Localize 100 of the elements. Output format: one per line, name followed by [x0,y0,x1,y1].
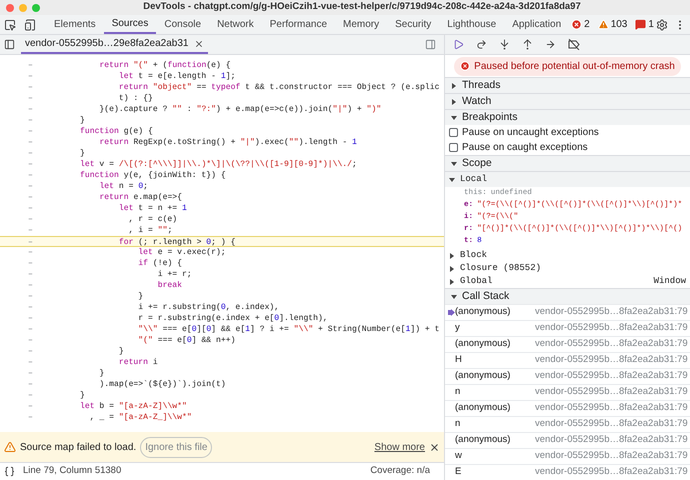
code-line: } [80,115,85,126]
issue-count[interactable]: 2 [584,17,590,32]
line-gutter: – [27,357,34,368]
code-line: } [118,346,124,357]
settings-icon[interactable] [656,18,668,30]
call-stack-frame[interactable]: n vendor-0552995b…8fa2ea2ab31:79 [445,416,690,432]
panel-tab[interactable]: Security [387,15,440,34]
panel-tab[interactable]: Lighthouse [439,15,504,34]
code-line: return "object" == typeof t && t.constructor === Object ? (e.splic [118,82,440,93]
line-gutter: – [27,181,34,192]
call-stack-frame[interactable]: E vendor-0552995b…8fa2ea2ab31:79 [445,464,690,480]
close-icon[interactable] [429,442,440,452]
expanded-triangle-icon[interactable] [451,114,457,120]
panel-tab[interactable]: Network [209,15,262,34]
panel-tab[interactable]: Console [156,15,210,34]
line-gutter: – [27,269,34,280]
scope-row[interactable]: Global Window [445,275,690,288]
panel-tab[interactable]: Performance [262,15,336,34]
call-stack-frame[interactable]: (anonymous) vendor-0552995b…8fa2ea2ab31:79 [445,400,690,416]
code-line: let t = n += 1 [118,203,187,214]
line-gutter: – [27,159,34,170]
line-gutter: – [27,126,34,137]
collapsed-triangle-icon[interactable] [449,278,455,284]
code-line: i += r; [156,269,192,280]
line-gutter: – [27,280,34,291]
section-header[interactable]: Threads [445,77,690,93]
code-line: return i [118,357,158,368]
error-icon [460,61,470,71]
deactivate-breakpoints-icon[interactable] [568,39,580,50]
code-line: } [80,390,85,401]
line-gutter: – [27,60,34,71]
step-into-icon[interactable] [499,39,510,50]
collapsed-triangle-icon[interactable] [449,252,455,258]
scope-row[interactable]: Closure (98552) [445,262,690,275]
call-stack-frame[interactable]: n vendor-0552995b…8fa2ea2ab31:79 [445,384,690,400]
warning-icon [4,441,16,453]
close-icon[interactable] [194,38,204,48]
collapsed-triangle-icon[interactable] [451,98,457,104]
code-line: }(e).capture ? "" : "?:") + e.map(e=>c(e)).join("|") + ")" [98,104,382,115]
call-stack-frame[interactable]: (anonymous) vendor-0552995b…8fa2ea2ab31:79 [445,336,690,352]
device-toolbar-icon[interactable] [24,18,36,30]
code-line: for (; r.length > 0; ) { [118,237,236,246]
checkbox-label: Pause on uncaught exceptions [462,126,599,140]
code-line: return RegExp(e.toString() + "|").exec("").length - 1 [98,137,357,148]
checkbox[interactable] [449,143,458,152]
code-line: "(" === e[0] && n++) [137,335,236,346]
checkbox[interactable] [449,128,458,137]
show-more-link[interactable]: Show more [374,440,425,454]
paused-banner: Paused before potential out-of-memory crash [454,56,681,76]
inspect-icon[interactable] [4,18,16,30]
window-title: DevTools - chatgpt.com/g/g-HOeiCzih1-vue-test-helper/c/9719d94c-208c-442e-a24a-3d201fa8da97 [142,0,582,14]
error-icon [571,19,582,30]
issue-count[interactable]: 103 [610,17,628,32]
step-icon[interactable] [545,39,556,50]
checkbox-label: Pause on caught exceptions [462,141,588,155]
issue-count[interactable]: 1 [648,17,654,32]
code-line: if (!e) { [137,258,182,269]
code-line: , r = c(e) [128,214,178,225]
code-line: break [156,280,182,291]
code-line: } [137,291,144,302]
resume-icon[interactable] [453,39,464,50]
debugger-toggle-icon[interactable] [425,39,436,50]
section-header[interactable]: Call Stack [445,288,690,304]
code-line: "\\" === e[0][0] && e[1] ? i += "\\" + String(Number(e[1]) + t [137,324,440,335]
close-window-icon[interactable] [6,4,14,12]
line-gutter: – [27,104,34,115]
cursor-position: Line 79, Column 51380 [23,464,122,478]
code-line: } [80,148,85,159]
line-gutter: – [27,214,34,225]
expanded-triangle-icon[interactable] [451,294,457,300]
expanded-triangle-icon[interactable] [449,176,455,182]
step-out-icon[interactable] [522,39,533,50]
code-line: return e.map(e=>{ [98,192,182,203]
code-line: } [98,368,104,379]
warning-icon [598,19,609,30]
call-stack-frame[interactable]: H vendor-0552995b…8fa2ea2ab31:79 [445,352,690,368]
collapsed-triangle-icon[interactable] [451,82,457,88]
call-stack-frame[interactable]: y vendor-0552995b…8fa2ea2ab31:79 [445,320,690,336]
call-stack-frame[interactable]: (anonymous) vendor-0552995b…8fa2ea2ab31:79 [445,432,690,448]
line-gutter: – [27,192,34,203]
section-header[interactable]: Watch [445,93,690,109]
collapsed-triangle-icon[interactable] [449,266,455,272]
sidebar-toggle-icon[interactable] [4,39,15,50]
step-over-icon[interactable] [476,39,487,50]
call-stack-frame[interactable]: (anonymous) vendor-0552995b…8fa2ea2ab31:79 [445,304,690,320]
pretty-print-icon[interactable] [4,466,15,477]
line-gutter: – [27,237,34,246]
line-gutter: – [27,324,34,335]
line-gutter: – [27,335,34,346]
call-stack-frame[interactable]: w vendor-0552995b…8fa2ea2ab31:79 [445,448,690,464]
scope-row[interactable]: Block [445,249,690,262]
panel-tab[interactable]: Application [504,15,570,34]
line-gutter: – [27,368,34,379]
section-header[interactable]: Scope [445,155,690,171]
panel-tab[interactable]: Elements [46,15,104,34]
expanded-triangle-icon[interactable] [451,160,457,166]
panel-tab[interactable]: Memory [335,15,388,34]
call-stack-frame[interactable]: (anonymous) vendor-0552995b…8fa2ea2ab31:79 [445,368,690,384]
section-header[interactable]: Breakpoints [445,109,690,125]
issue-icon [635,19,646,30]
